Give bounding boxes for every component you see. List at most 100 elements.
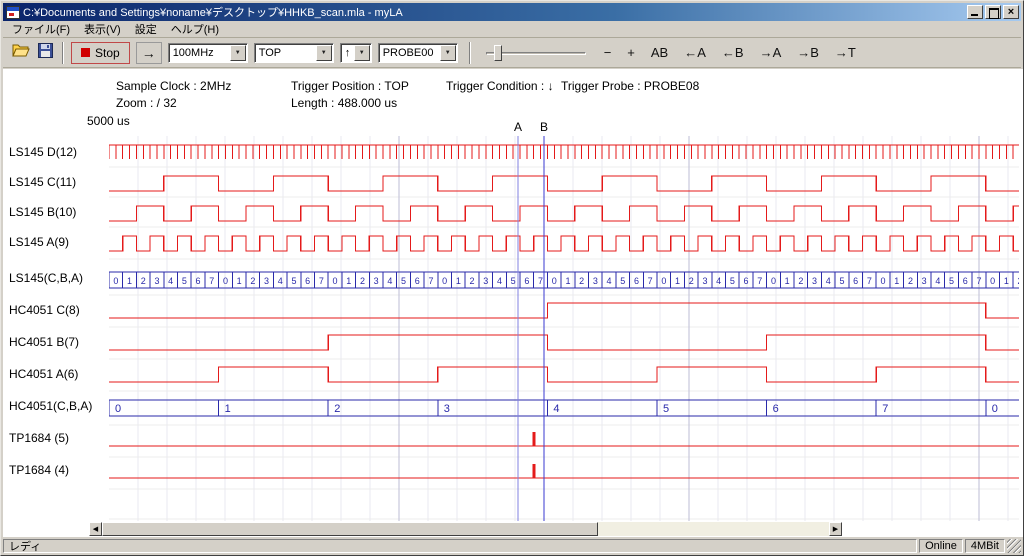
- signal-label: LS145 C(11): [9, 175, 76, 189]
- goto-a-left-button[interactable]: ←A: [679, 43, 711, 62]
- svg-text:6: 6: [963, 276, 968, 286]
- menubar: ファイル(F) 表示(V) 設定 ヘルプ(H): [3, 21, 1021, 38]
- stop-button[interactable]: Stop: [71, 42, 130, 64]
- svg-text:1: 1: [1004, 276, 1009, 286]
- zoom-slider-thumb[interactable]: [494, 45, 502, 61]
- svg-text:3: 3: [812, 276, 817, 286]
- cursor-a-label[interactable]: A: [512, 120, 524, 134]
- svg-text:3: 3: [444, 403, 450, 415]
- svg-text:0: 0: [992, 403, 998, 415]
- chevron-down-icon[interactable]: ▼: [440, 45, 456, 61]
- svg-text:5: 5: [401, 276, 406, 286]
- svg-text:4: 4: [168, 276, 173, 286]
- waveform-plot[interactable]: 0123456701234567012345670123456701234567…: [109, 136, 1019, 521]
- svg-text:7: 7: [319, 276, 324, 286]
- status-memory-badge: 4MBit: [965, 539, 1005, 553]
- run-button[interactable]: →: [136, 42, 162, 64]
- toolbar-separator: [62, 42, 64, 64]
- svg-text:1: 1: [127, 276, 132, 286]
- svg-text:3: 3: [593, 276, 598, 286]
- svg-text:1: 1: [225, 403, 231, 415]
- maximize-button[interactable]: [985, 5, 1001, 19]
- svg-text:4: 4: [607, 276, 612, 286]
- svg-text:7: 7: [428, 276, 433, 286]
- svg-text:3: 3: [374, 276, 379, 286]
- scroll-right-icon[interactable]: ▶: [829, 522, 842, 536]
- sample-clock-info: Sample Clock : 2MHz: [116, 79, 231, 93]
- goto-b-left-button[interactable]: ←B: [717, 43, 749, 62]
- floppy-save-icon: [38, 43, 53, 63]
- svg-text:2: 2: [334, 403, 340, 415]
- svg-text:6: 6: [305, 276, 310, 286]
- close-button[interactable]: ×: [1003, 5, 1019, 19]
- signal-label: TP1684 (5): [9, 431, 69, 445]
- svg-text:4: 4: [826, 276, 831, 286]
- sample-clock-select[interactable]: 100MHz ▼: [168, 43, 248, 63]
- svg-text:3: 3: [922, 276, 927, 286]
- trigger-position-info: Trigger Position : TOP: [291, 79, 409, 93]
- goto-trigger-button[interactable]: →T: [830, 43, 861, 62]
- chevron-down-icon[interactable]: ▼: [316, 45, 332, 61]
- trigger-position-value: TOP: [259, 47, 316, 59]
- svg-text:6: 6: [415, 276, 420, 286]
- resize-grip[interactable]: [1007, 539, 1021, 553]
- status-online-badge: Online: [919, 539, 963, 553]
- svg-text:7: 7: [538, 276, 543, 286]
- svg-text:7: 7: [757, 276, 762, 286]
- menu-file[interactable]: ファイル(F): [5, 19, 77, 39]
- signal-label: HC4051 C(8): [9, 303, 80, 317]
- trigger-probe-select[interactable]: PROBE00 ▼: [378, 43, 458, 63]
- svg-text:2: 2: [908, 276, 913, 286]
- svg-text:0: 0: [223, 276, 228, 286]
- trigger-position-select[interactable]: TOP ▼: [254, 43, 334, 63]
- svg-text:5: 5: [663, 403, 669, 415]
- zoom-out-button[interactable]: −: [599, 43, 617, 62]
- svg-text:7: 7: [648, 276, 653, 286]
- menu-view[interactable]: 表示(V): [77, 19, 128, 39]
- menu-settings[interactable]: 設定: [128, 19, 164, 39]
- zoom-slider[interactable]: [482, 42, 590, 64]
- goto-a-right-button[interactable]: →A: [755, 43, 787, 62]
- svg-text:6: 6: [634, 276, 639, 286]
- svg-text:5: 5: [620, 276, 625, 286]
- signal-label: LS145 D(12): [9, 145, 77, 159]
- zoom-in-button[interactable]: +: [622, 43, 640, 62]
- menu-help[interactable]: ヘルプ(H): [164, 19, 226, 39]
- svg-text:2: 2: [470, 276, 475, 286]
- svg-text:3: 3: [483, 276, 488, 286]
- save-button[interactable]: [33, 42, 57, 64]
- horizontal-scrollbar[interactable]: ◀ ▶: [89, 522, 842, 536]
- stop-icon: [81, 48, 90, 57]
- signal-label: LS145 B(10): [9, 205, 76, 219]
- chevron-down-icon[interactable]: ▼: [354, 45, 370, 61]
- scroll-left-icon[interactable]: ◀: [89, 522, 102, 536]
- svg-text:5: 5: [511, 276, 516, 286]
- svg-text:2: 2: [360, 276, 365, 286]
- svg-text:0: 0: [115, 403, 121, 415]
- trigger-condition-info: Trigger Condition : ↓: [446, 79, 554, 93]
- signal-label: LS145(C,B,A): [9, 271, 83, 285]
- trigger-edge-select[interactable]: ↑ ▼: [340, 43, 372, 63]
- sample-clock-value: 100MHz: [173, 47, 230, 59]
- svg-text:0: 0: [552, 276, 557, 286]
- statusbar: レディ Online 4MBit: [3, 537, 1021, 553]
- chevron-down-icon[interactable]: ▼: [230, 45, 246, 61]
- svg-text:1: 1: [456, 276, 461, 286]
- svg-text:4: 4: [553, 403, 559, 415]
- minimize-button[interactable]: [967, 5, 983, 19]
- signal-label: HC4051 B(7): [9, 335, 79, 349]
- signal-label: LS145 A(9): [9, 235, 69, 249]
- scrollbar-thumb[interactable]: [102, 522, 598, 536]
- svg-text:1: 1: [894, 276, 899, 286]
- svg-text:7: 7: [867, 276, 872, 286]
- cursor-b-label[interactable]: B: [538, 120, 550, 134]
- window-title: C:¥Documents and Settings¥noname¥デスクトップ¥…: [23, 4, 967, 20]
- open-button[interactable]: [9, 42, 33, 64]
- svg-text:2: 2: [1018, 276, 1019, 286]
- svg-text:1: 1: [237, 276, 242, 286]
- svg-text:0: 0: [881, 276, 886, 286]
- svg-text:2: 2: [579, 276, 584, 286]
- goto-b-right-button[interactable]: →B: [792, 43, 824, 62]
- svg-text:2: 2: [798, 276, 803, 286]
- ab-span-button[interactable]: AB: [646, 43, 673, 62]
